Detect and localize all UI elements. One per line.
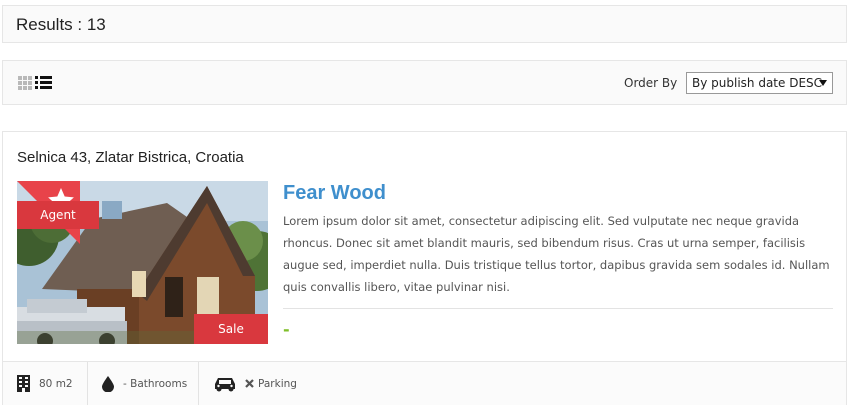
property-title[interactable]: Fear Wood <box>283 182 386 205</box>
feature-bathrooms-value: - Bathrooms <box>123 377 188 390</box>
order-by-select[interactable]: By publish date DESC <box>686 72 833 94</box>
results-bar: Results : 13 <box>2 5 847 43</box>
feature-divider <box>87 362 88 405</box>
property-card: Selnica 43, Zlatar Bistrica, Croatia Age… <box>2 131 847 405</box>
property-features: 80 m2 - Bathrooms Parking <box>3 361 846 405</box>
listing-toolbar: Order By By publish date DESC <box>2 60 847 105</box>
feature-parking: Parking <box>214 362 297 405</box>
chevron-down-icon <box>819 80 827 86</box>
divider <box>283 308 833 309</box>
grid-view-icon[interactable] <box>18 76 32 90</box>
property-price: - <box>283 320 290 339</box>
feature-bathrooms: - Bathrooms <box>102 362 187 405</box>
feature-parking-value: Parking <box>258 377 297 390</box>
cross-icon <box>245 379 254 388</box>
property-description: Lorem ipsum dolor sit amet, consectetur … <box>283 214 830 294</box>
water-drop-icon <box>102 375 114 392</box>
list-view-icon[interactable] <box>35 76 52 90</box>
feature-area: 80 m2 <box>17 362 73 405</box>
building-icon <box>17 375 30 392</box>
results-count: Results : 13 <box>16 15 106 34</box>
feature-divider <box>198 362 199 405</box>
agent-badge: Agent <box>17 201 99 229</box>
property-photo[interactable]: Agent Sale <box>17 181 268 344</box>
order-by-label: Order By <box>624 76 678 90</box>
feature-area-value: 80 m2 <box>39 377 73 390</box>
sale-badge: Sale <box>194 314 268 344</box>
property-address: Selnica 43, Zlatar Bistrica, Croatia <box>17 149 244 166</box>
order-by-value: By publish date DESC <box>692 76 823 90</box>
car-icon <box>214 376 236 392</box>
